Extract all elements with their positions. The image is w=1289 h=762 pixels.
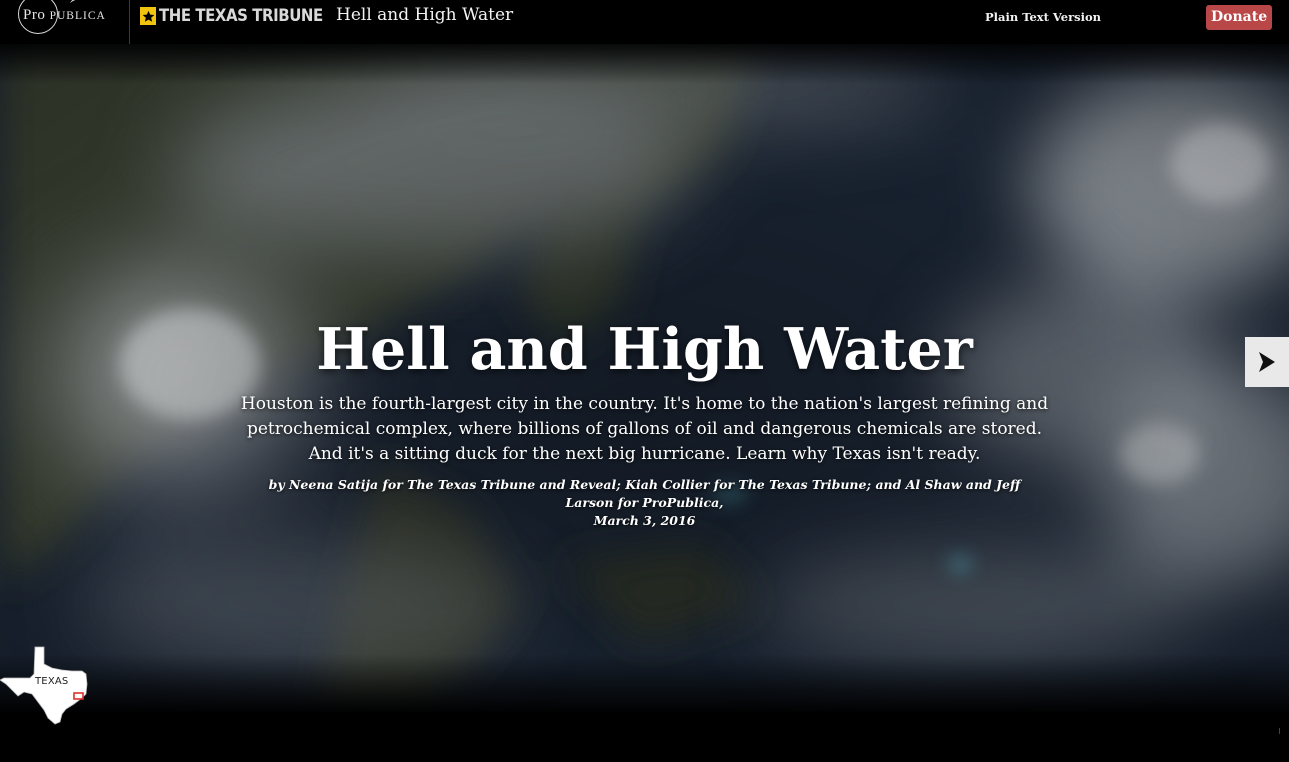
hero-byline: by Neena Satija for The Texas Tribune an… [268, 477, 1021, 510]
star-icon [140, 7, 156, 25]
header-title: Hell and High Water [336, 5, 514, 25]
top-bar: Pro Publica THE TEXAS TRIBUNE Hell and H… [0, 0, 1289, 44]
texas-map-label: TEXAS [35, 676, 69, 687]
hero-section: Hell and High Water Houston is the fourt… [0, 44, 1289, 712]
plain-text-version-link[interactable]: Plain Text Version [985, 10, 1101, 24]
hero-content: Hell and High Water Houston is the fourt… [0, 314, 1289, 530]
propublica-logo-prefix: Pro [23, 7, 46, 23]
chevron-right-icon [1259, 352, 1275, 372]
page: Pro Publica THE TEXAS TRIBUNE Hell and H… [0, 0, 1289, 762]
donate-button[interactable]: Donate [1206, 5, 1273, 30]
next-slide-button[interactable] [1245, 337, 1289, 387]
texas-tribune-wordmark: THE TEXAS TRIBUNE [159, 6, 323, 26]
propublica-logo[interactable]: Pro Publica [18, 0, 128, 38]
hero-date: March 3, 2016 [593, 513, 696, 528]
header-divider [129, 0, 130, 44]
texas-tribune-logo[interactable]: THE TEXAS TRIBUNE [140, 6, 345, 26]
hero-title: Hell and High Water [316, 316, 973, 383]
corner-mark [1279, 728, 1285, 734]
propublica-logo-text: Pro Publica [23, 7, 106, 24]
hero-dek: Houston is the fourth-largest city in th… [240, 394, 1049, 464]
propublica-logo-rest: Publica [49, 10, 106, 22]
